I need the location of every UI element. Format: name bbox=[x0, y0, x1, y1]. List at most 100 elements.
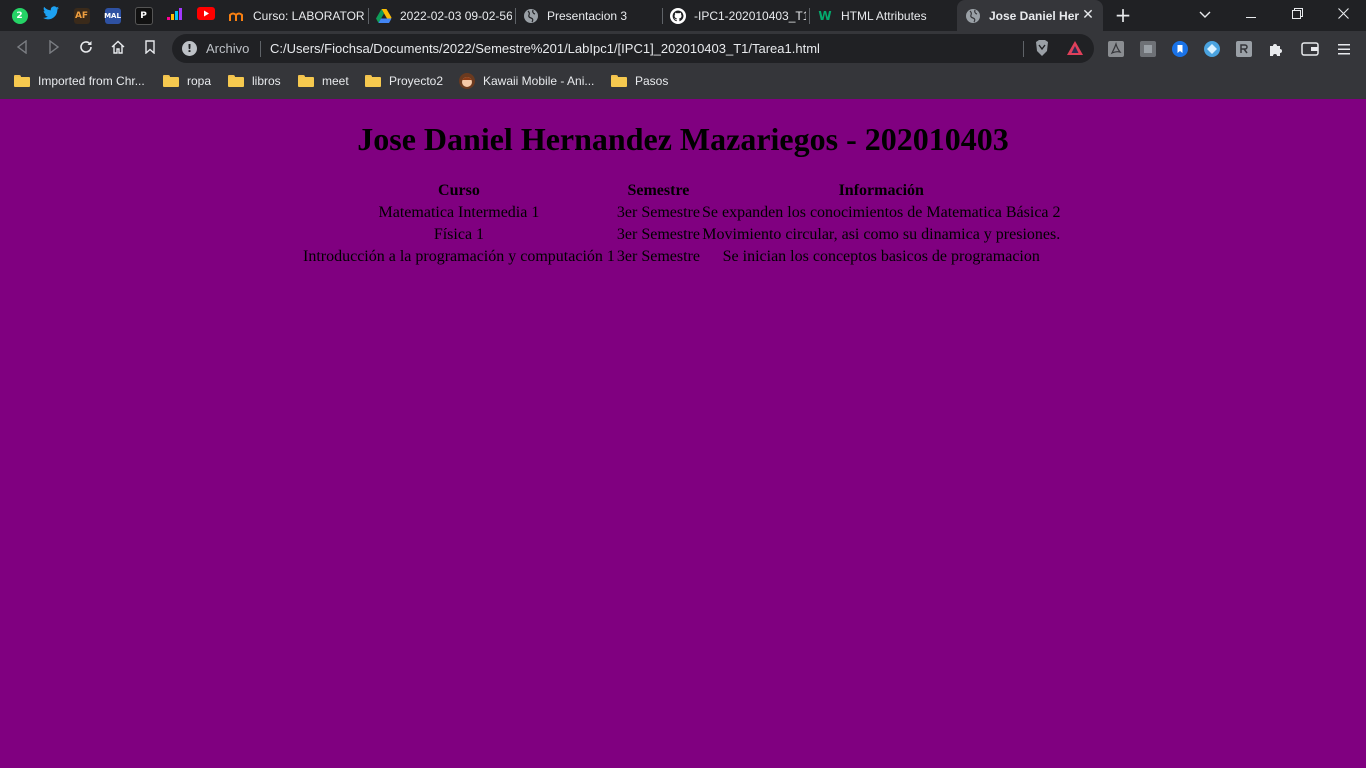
bookmark-label: libros bbox=[252, 73, 281, 88]
wallet-icon[interactable] bbox=[1301, 40, 1319, 58]
bookmark-label: Kawaii Mobile - Ani... bbox=[483, 73, 595, 88]
pdf-extension-icon[interactable] bbox=[1107, 40, 1125, 58]
folder-icon bbox=[365, 74, 381, 87]
menu-icon[interactable] bbox=[1335, 40, 1353, 58]
diamond-extension-icon[interactable] bbox=[1203, 40, 1221, 58]
forward-arrow-icon bbox=[48, 39, 60, 58]
folder-icon bbox=[163, 74, 179, 87]
minimize-button[interactable] bbox=[1228, 0, 1274, 31]
r-extension-icon[interactable] bbox=[1235, 40, 1253, 58]
home-icon bbox=[111, 40, 125, 58]
bookmark-folder-meet[interactable]: meet bbox=[298, 67, 349, 94]
cell-informacion: Se inician los conceptos basicos de prog… bbox=[722, 248, 1040, 265]
tab-separator bbox=[515, 8, 516, 24]
moodle-icon bbox=[229, 8, 245, 24]
cell-semestre: 3er Semestre bbox=[616, 248, 700, 265]
bookmark-icon bbox=[145, 40, 155, 58]
bookmark-label: meet bbox=[322, 73, 349, 88]
tab-label: Jose Daniel Hern bbox=[989, 8, 1079, 23]
cell-informacion: Movimiento circular, asi como su dinamic… bbox=[702, 226, 1061, 243]
pinned-tab-af[interactable]: AF bbox=[66, 0, 97, 31]
divider bbox=[1023, 41, 1024, 57]
tab-presentacion[interactable]: Presentacion 3 bbox=[523, 0, 659, 31]
tab-strip: 2 AF MAL P Curso: LABORATORIO 2022-02-03… bbox=[0, 0, 1366, 31]
twitter-icon bbox=[42, 6, 59, 25]
cell-semestre: 3er Semestre bbox=[616, 204, 700, 221]
courses-table: Curso Semestre Información Matematica In… bbox=[302, 180, 1062, 268]
close-tab-icon[interactable]: ✕ bbox=[1081, 8, 1095, 22]
tab-separator bbox=[368, 8, 369, 24]
page-title: Jose Daniel Hernandez Mazariegos - 20201… bbox=[357, 121, 1009, 157]
address-bar[interactable]: ! Archivo C:/Users/Fiochsa/Documents/202… bbox=[172, 34, 1094, 63]
minimize-icon bbox=[1246, 8, 1256, 23]
github-icon bbox=[670, 7, 686, 24]
tab-label: Curso: LABORATORIO bbox=[253, 8, 365, 23]
bookmark-folder-imported[interactable]: Imported from Chr... bbox=[14, 67, 145, 94]
globe-icon bbox=[965, 8, 981, 24]
table-header-row: Curso Semestre Información bbox=[302, 180, 1062, 202]
new-tab-button[interactable]: + bbox=[1112, 4, 1134, 26]
tab-label: -IPC1-202010403_T1 bbox=[694, 8, 806, 23]
cell-curso: Introducción a la programación y computa… bbox=[303, 248, 615, 265]
bookmark-label: Pasos bbox=[635, 73, 669, 88]
tab-label: 2022-02-03 09-02-56 bbox=[400, 8, 512, 23]
mal-icon: MAL bbox=[104, 7, 121, 24]
tab-html-attributes[interactable]: W HTML Attributes bbox=[817, 0, 953, 31]
deezer-icon bbox=[166, 6, 183, 25]
bookmarks-bar: Imported from Chr... ropa libros meet Pr… bbox=[0, 67, 1366, 94]
tab-curso-laboratorio[interactable]: Curso: LABORATORIO bbox=[229, 0, 365, 31]
tab-separator bbox=[809, 8, 810, 24]
cell-informacion: Se expanden los conocimientos de Matemat… bbox=[701, 204, 1061, 221]
globe-icon bbox=[523, 8, 539, 24]
tab-drive-recording[interactable]: 2022-02-03 09-02-56 bbox=[376, 0, 512, 31]
folder-icon bbox=[228, 74, 244, 87]
extension-grey-icon[interactable] bbox=[1139, 40, 1157, 58]
youtube-icon bbox=[196, 6, 215, 25]
url-text[interactable]: C:/Users/Fiochsa/Documents/2022/Semestre… bbox=[270, 34, 820, 63]
header-informacion: Información bbox=[838, 182, 924, 199]
brave-shields-icon[interactable] bbox=[1033, 39, 1051, 57]
header-semestre: Semestre bbox=[627, 182, 690, 199]
browser-chrome: 2 AF MAL P Curso: LABORATORIO 2022-02-03… bbox=[0, 0, 1366, 99]
p-icon: P bbox=[134, 6, 153, 25]
reload-button[interactable] bbox=[74, 37, 98, 61]
bookmark-folder-pasos[interactable]: Pasos bbox=[611, 67, 668, 94]
header-curso: Curso bbox=[438, 182, 480, 199]
brave-rewards-icon[interactable] bbox=[1066, 39, 1084, 57]
close-icon bbox=[1337, 8, 1349, 23]
tab-separator bbox=[662, 8, 663, 24]
bookmark-label: ropa bbox=[187, 73, 212, 88]
restore-icon bbox=[1291, 8, 1303, 23]
pinned-tab-p[interactable]: P bbox=[128, 0, 159, 31]
bookmark-folder-proyecto2[interactable]: Proyecto2 bbox=[365, 67, 443, 94]
pinned-tab-whatsapp[interactable]: 2 bbox=[4, 0, 35, 31]
cell-curso: Matematica Intermedia 1 bbox=[378, 204, 540, 221]
restore-button[interactable] bbox=[1274, 0, 1320, 31]
tab-github-repo[interactable]: -IPC1-202010403_T1 bbox=[670, 0, 806, 31]
bookmark-kawaii-mobile[interactable]: Kawaii Mobile - Ani... bbox=[459, 67, 594, 94]
cell-semestre: 3er Semestre bbox=[616, 226, 700, 243]
info-icon[interactable]: ! bbox=[182, 41, 197, 56]
tab-search-button[interactable] bbox=[1182, 0, 1228, 31]
forward-button[interactable] bbox=[42, 37, 66, 61]
extensions-puzzle-icon[interactable] bbox=[1267, 40, 1285, 58]
pinned-tab-deezer[interactable] bbox=[159, 0, 190, 31]
folder-icon bbox=[14, 74, 30, 87]
af-icon: AF bbox=[73, 7, 90, 24]
pinned-tab-youtube[interactable] bbox=[190, 0, 221, 31]
table-row: Introducción a la programación y computa… bbox=[302, 246, 1062, 268]
back-arrow-icon bbox=[16, 39, 28, 58]
pinned-tab-mal[interactable]: MAL bbox=[97, 0, 128, 31]
toolbar: ! Archivo C:/Users/Fiochsa/Documents/202… bbox=[0, 31, 1366, 67]
back-button[interactable] bbox=[10, 37, 34, 61]
table-row: Física 1 3er Semestre Movimiento circula… bbox=[302, 224, 1062, 246]
bookmark-folder-ropa[interactable]: ropa bbox=[163, 67, 211, 94]
pinned-tab-twitter[interactable] bbox=[35, 0, 66, 31]
chevron-down-icon bbox=[1199, 8, 1211, 23]
home-button[interactable] bbox=[106, 37, 130, 61]
bookmark-extension-icon[interactable] bbox=[1171, 40, 1189, 58]
close-window-button[interactable] bbox=[1320, 0, 1366, 31]
bookmark-button[interactable] bbox=[138, 37, 162, 61]
bookmark-folder-libros[interactable]: libros bbox=[228, 67, 281, 94]
tab-active-tarea[interactable]: Jose Daniel Hern ✕ bbox=[957, 0, 1103, 31]
